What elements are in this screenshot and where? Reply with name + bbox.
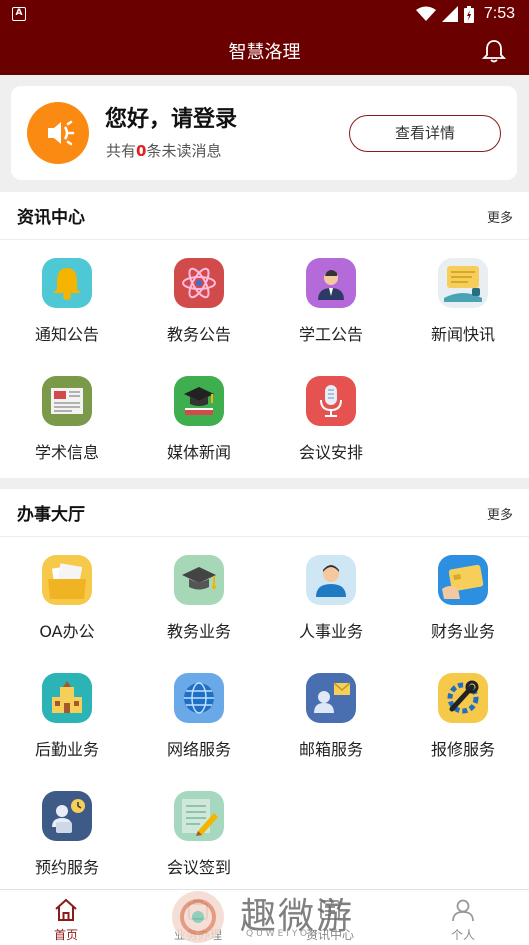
service-item-label: 邮箱服务 [298,740,363,759]
folder-icon [42,555,92,605]
bell-icon [42,258,92,308]
news-item-notice[interactable]: 通知公告 [1,241,133,359]
microphone-icon [306,376,356,426]
wifi-icon [415,6,436,21]
news-section: 资讯中心 更多 通知公告 教务公告 学工公告 新闻快讯 学术信息 媒体新闻 会议… [0,192,529,478]
home-icon [55,898,77,921]
service-item-mail[interactable]: 邮箱服务 [265,656,397,774]
sign-in-icon [174,791,224,841]
service-item-oa[interactable]: OA办公 [1,538,133,656]
news-section-header: 资讯中心 更多 [0,192,529,240]
section-title: 资讯中心 [17,208,85,228]
login-card[interactable]: 您好，请登录 共有0条未读消息 查看详情 [11,86,517,180]
news-item-meeting[interactable]: 会议安排 [265,359,397,477]
unread-prefix: 共有 [106,142,137,160]
service-item-label: 教务业务 [166,622,231,641]
profile-icon [452,899,474,922]
news-icon [320,900,340,920]
service-section-header: 办事大厅 更多 [0,489,529,537]
tab-news[interactable]: 资讯中心 [264,890,396,945]
news-item-research[interactable]: 学术信息 [1,359,133,477]
person-icon [306,258,356,308]
service-item-network[interactable]: 网络服务 [133,656,265,774]
service-item-label: 人事业务 [298,622,363,641]
service-item-checkin[interactable]: 会议签到 [133,774,265,892]
unread-suffix: 条未读消息 [146,142,222,160]
wrench-icon [438,673,488,723]
service-item-academic[interactable]: 教务业务 [133,538,265,656]
news-item-academic[interactable]: 教务公告 [133,241,265,359]
news-item-media[interactable]: 媒体新闻 [133,359,265,477]
news-more-link[interactable]: 更多 [487,207,513,226]
news-chat-icon [438,258,488,308]
news-item-label: 会议安排 [298,443,363,462]
signal-icon [441,6,458,22]
unread-message-text: 共有0条未读消息 [106,140,221,161]
service-item-label: 网络服务 [166,740,231,759]
mail-icon [306,673,356,723]
status-bar: A 7:53 [0,0,529,28]
news-item-label: 教务公告 [166,325,231,344]
appointment-icon [42,791,92,841]
system-icons: 7:53 [415,4,515,24]
newspaper-icon [42,376,92,426]
tab-profile[interactable]: 个人 [397,890,529,945]
service-item-logistics[interactable]: 后勤业务 [1,656,133,774]
business-icon [188,900,208,920]
service-item-label: 会议签到 [166,858,231,877]
news-item-student-affairs[interactable]: 学工公告 [265,241,397,359]
service-item-label: 后勤业务 [34,740,99,759]
news-item-flash[interactable]: 新闻快讯 [397,241,529,359]
service-item-finance[interactable]: 财务业务 [397,538,529,656]
service-item-label: 财务业务 [430,622,495,641]
graduation-cap-icon [174,555,224,605]
battery-icon [463,5,474,23]
tab-business[interactable]: 业务办理 [132,890,264,945]
tab-label: 首页 [53,928,78,942]
news-item-label: 新闻快讯 [430,325,495,344]
service-item-label: 预约服务 [34,858,99,877]
page-title: 智慧洛理 [228,42,301,63]
card-icon [438,555,488,605]
service-item-label: OA办公 [39,622,95,641]
speaker-icon [27,102,89,164]
news-item-label: 通知公告 [34,325,99,344]
service-item-label: 报修服务 [430,740,495,759]
tab-label: 业务办理 [173,928,222,942]
service-section: 办事大厅 更多 OA办公 教务业务 人事业务 财务业务 后勤业务 网络服务 邮箱… [0,489,529,889]
user-icon [306,555,356,605]
graduation-book-icon [174,376,224,426]
atom-icon [174,258,224,308]
app-bar: 智慧洛理 [0,28,529,75]
service-item-appointment[interactable]: 预约服务 [1,774,133,892]
news-item-label: 学工公告 [298,325,363,344]
service-more-link[interactable]: 更多 [487,504,513,523]
notification-bell-icon[interactable] [481,38,507,64]
globe-icon [174,673,224,723]
tab-label: 个人 [450,928,475,942]
bottom-tab-bar: 首页 业务办理 资讯中心 个人 [0,889,529,945]
service-item-hr[interactable]: 人事业务 [265,538,397,656]
tab-home[interactable]: 首页 [0,890,132,945]
news-item-label: 媒体新闻 [166,443,231,462]
clock: 7:53 [483,5,515,22]
news-item-label: 学术信息 [34,443,99,462]
service-item-repair[interactable]: 报修服务 [397,656,529,774]
login-greeting[interactable]: 您好，请登录 [105,101,237,133]
building-icon [42,673,92,723]
section-title: 办事大厅 [17,505,85,525]
unread-count: 0 [136,142,147,160]
tab-label: 资讯中心 [305,928,354,942]
app-notification-icon: A [12,7,26,21]
view-details-button[interactable]: 查看详情 [349,115,501,152]
